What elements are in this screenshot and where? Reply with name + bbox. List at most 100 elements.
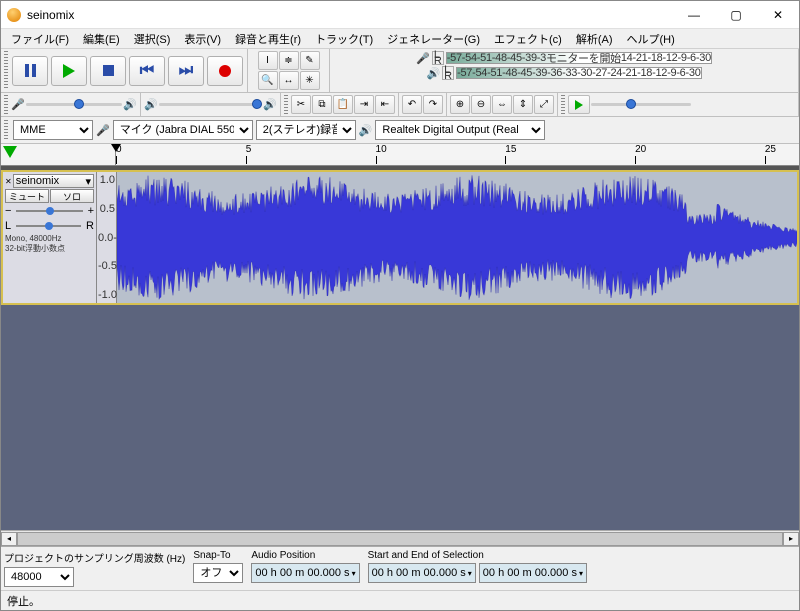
menu-item[interactable]: ジェネレーター(G) — [381, 29, 486, 49]
record-meter[interactable]: -57-54-51-48-45-39-3モニターを開始14-21-18-12-9… — [446, 52, 712, 64]
empty-track-space[interactable] — [1, 305, 799, 530]
zoom-tool-button[interactable]: 🔍 — [258, 71, 278, 90]
menu-item[interactable]: ファイル(F) — [5, 29, 75, 49]
track-area: ✕ seinomix▾ ミュート ソロ −+ LR Mono, 48000Hz … — [1, 170, 799, 546]
menu-item[interactable]: トラック(T) — [309, 29, 379, 49]
menu-item[interactable]: エフェクト(c) — [488, 29, 568, 49]
speaker-icon: 🔊 — [359, 124, 373, 137]
menu-item[interactable]: 録音と再生(r) — [229, 29, 307, 49]
fit-project-button[interactable]: ⇕ — [513, 95, 533, 114]
trim-button[interactable]: ⇥ — [354, 95, 374, 114]
playback-meter[interactable]: -57-54-51-48-45-39-36-33-30-27-24-21-18-… — [456, 67, 701, 79]
play-button[interactable] — [51, 56, 87, 86]
record-device-select[interactable]: マイク (Jabra DIAL 550) — [113, 120, 253, 140]
selection-start-input[interactable]: 00 h 00 m 00.000 s▾ — [368, 563, 476, 583]
scroll-handle[interactable] — [17, 532, 783, 546]
minimize-button[interactable]: — — [673, 1, 715, 28]
tools-toolbar: I ≑ ✎ 🔍 ↔ ✳ — [248, 49, 330, 92]
meters-toolbar: 🎤 LR -57-54-51-48-45-39-3モニターを開始14-21-18… — [330, 49, 799, 92]
play-device-select[interactable]: Realtek Digital Output (Real — [375, 120, 545, 140]
play-at-speed-button[interactable] — [568, 95, 590, 114]
mic-icon: 🎤 — [11, 98, 25, 111]
transport-toolbar: ⏮ ⏭ — [1, 49, 248, 92]
scroll-right-button[interactable]: ▸ — [783, 532, 799, 546]
window-title: seinomix — [27, 8, 673, 22]
play-speed-toolbar — [558, 93, 799, 116]
record-button[interactable] — [207, 56, 243, 86]
zoom-out-button[interactable]: ⊖ — [471, 95, 491, 114]
track-control-panel: ✕ seinomix▾ ミュート ソロ −+ LR Mono, 48000Hz … — [3, 172, 97, 303]
record-volume-toolbar: 🎤 🔊 — [1, 93, 141, 116]
track-name-dropdown[interactable]: seinomix▾ — [13, 174, 94, 188]
multi-tool-button[interactable]: ✳ — [300, 71, 320, 90]
menu-item[interactable]: 解析(A) — [570, 29, 619, 49]
waveform-display[interactable] — [117, 172, 797, 303]
selection-tool-button[interactable]: I — [258, 51, 278, 70]
close-button[interactable]: ✕ — [757, 1, 799, 28]
play-volume-toolbar: 🔊 🔊 — [141, 93, 281, 116]
redo-button[interactable]: ↷ — [423, 95, 443, 114]
mic-icon: 🎤 — [416, 52, 430, 65]
cut-button[interactable]: ✂ — [291, 95, 311, 114]
menubar: ファイル(F)編集(E)選択(S)表示(V)録音と再生(r)トラック(T)ジェネ… — [1, 29, 799, 49]
zoom-toggle-button[interactable]: ⤢ — [534, 95, 554, 114]
record-channels-select[interactable]: 2(ステレオ)録音チ — [256, 120, 356, 140]
amplitude-scale: 1.00.50.0--0.5-1.0 — [97, 172, 117, 303]
undo-toolbar: ↶ ↷ — [399, 93, 447, 116]
track-bitdepth-label: 32-bit浮動小数点 — [5, 244, 94, 253]
speaker-icon: 🔊 — [426, 67, 440, 80]
app-icon — [7, 8, 21, 22]
audio-position-input[interactable]: 00 h 00 m 00.000 s▾ — [251, 563, 359, 583]
envelope-tool-button[interactable]: ≑ — [279, 51, 299, 70]
gain-slider[interactable] — [16, 206, 82, 216]
silence-button[interactable]: ⇤ — [375, 95, 395, 114]
mute-button[interactable]: ミュート — [5, 189, 49, 203]
play-speed-slider[interactable] — [591, 103, 691, 106]
timeline-ruler[interactable]: 0510152025 — [1, 144, 799, 166]
scroll-left-button[interactable]: ◂ — [1, 532, 17, 546]
pan-slider[interactable] — [16, 221, 81, 231]
menu-item[interactable]: 編集(E) — [77, 29, 126, 49]
selection-label: Start and End of Selection — [368, 550, 796, 561]
mic-icon: 🎤 — [96, 124, 110, 137]
speaker-max-icon: 🔊 — [263, 98, 277, 111]
solo-button[interactable]: ソロ — [50, 189, 94, 203]
pause-button[interactable] — [12, 56, 48, 86]
timeshift-tool-button[interactable]: ↔ — [279, 71, 299, 90]
skip-start-button[interactable]: ⏮ — [129, 56, 165, 86]
zoom-in-button[interactable]: ⊕ — [450, 95, 470, 114]
status-bar: 停止。 — [1, 590, 799, 610]
menu-item[interactable]: 選択(S) — [128, 29, 177, 49]
snap-to-select[interactable]: オフ — [193, 563, 243, 583]
toolbars: ⏮ ⏭ I ≑ ✎ 🔍 ↔ ✳ 🎤 LR -57-54-51-48-45-39-… — [1, 49, 799, 117]
draw-tool-button[interactable]: ✎ — [300, 51, 320, 70]
project-rate-select[interactable]: 48000 — [4, 567, 74, 587]
audio-position-label: Audio Position — [251, 550, 359, 561]
paste-button[interactable]: 📋 — [333, 95, 353, 114]
copy-button[interactable]: ⧉ — [312, 95, 332, 114]
speaker-icon: 🔊 — [144, 98, 158, 111]
horizontal-scrollbar[interactable]: ◂ ▸ — [1, 530, 799, 546]
snap-to-label: Snap-To — [193, 550, 243, 561]
audio-host-select[interactable]: MME — [13, 120, 93, 140]
playhead-pin-icon[interactable] — [3, 146, 17, 158]
selection-end-input[interactable]: 00 h 00 m 00.000 s▾ — [479, 563, 587, 583]
maximize-button[interactable]: ▢ — [715, 1, 757, 28]
record-volume-slider[interactable] — [26, 103, 123, 106]
audio-track[interactable]: ✕ seinomix▾ ミュート ソロ −+ LR Mono, 48000Hz … — [1, 170, 799, 305]
device-toolbar: MME 🎤 マイク (Jabra DIAL 550) 2(ステレオ)録音チ 🔊 … — [1, 117, 799, 144]
project-rate-label: プロジェクトのサンプリング周波数 (Hz) — [4, 550, 185, 565]
fit-selection-button[interactable]: ⇔ — [492, 95, 512, 114]
undo-button[interactable]: ↶ — [402, 95, 422, 114]
skip-end-button[interactable]: ⏭ — [168, 56, 204, 86]
play-volume-slider[interactable] — [159, 103, 263, 106]
menu-item[interactable]: 表示(V) — [178, 29, 227, 49]
edit-toolbar: ✂ ⧉ 📋 ⇥ ⇤ — [281, 93, 399, 116]
selection-bar: プロジェクトのサンプリング周波数 (Hz) 48000 Snap-To オフ A… — [1, 546, 799, 590]
stop-button[interactable] — [90, 56, 126, 86]
speaker-icon: 🔊 — [123, 98, 137, 111]
titlebar: seinomix — ▢ ✕ — [1, 1, 799, 29]
track-format-label: Mono, 48000Hz — [5, 234, 94, 243]
menu-item[interactable]: ヘルプ(H) — [621, 29, 681, 49]
zoom-toolbar: ⊕ ⊖ ⇔ ⇕ ⤢ — [447, 93, 558, 116]
